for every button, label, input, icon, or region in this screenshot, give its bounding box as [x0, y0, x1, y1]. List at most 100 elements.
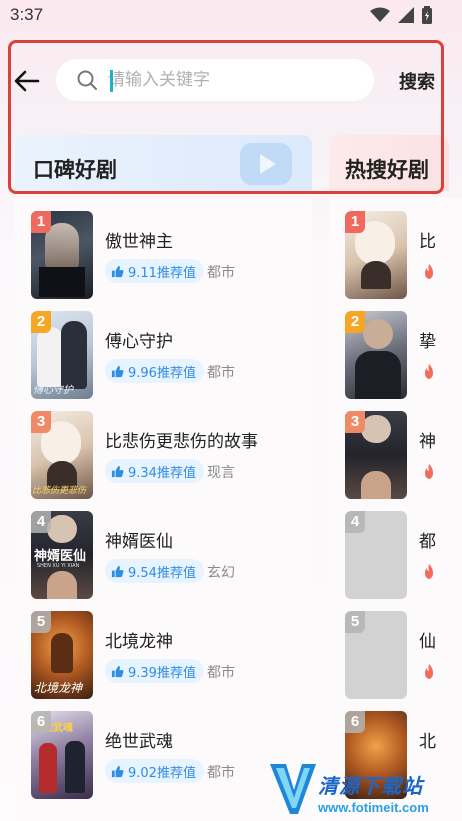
list-item[interactable]: 绝世武魂 6 绝世武魂 9.02推荐值 都市 [31, 711, 301, 799]
genre-label: 玄幻 [207, 565, 235, 581]
poster-image: 3 [345, 411, 407, 499]
drama-title: 傲世神主 [105, 232, 173, 252]
poster-text: 比悲伤更悲伤 [32, 486, 87, 496]
rating-badge: 9.96推荐值 [105, 359, 204, 383]
rating-value: 9.96推荐值 [128, 365, 196, 381]
drama-title: 傅心守护 [105, 332, 173, 352]
tab-koubei[interactable]: 口碑好剧 [15, 135, 312, 191]
watermark-url: www.fotimeit.com [318, 800, 429, 815]
rank-badge: 2 [345, 311, 365, 333]
genre-label: 都市 [207, 265, 235, 281]
rating-badge: 9.02推荐值 [105, 759, 204, 783]
genre-label: 现言 [207, 465, 235, 481]
list-item[interactable]: 1 比 [345, 211, 462, 299]
search-box[interactable] [56, 59, 374, 101]
drama-title: 北境龙神 [105, 632, 173, 652]
wifi-icon [370, 7, 390, 22]
poster-image: 2 [345, 311, 407, 399]
rank-badge: 3 [31, 411, 51, 433]
drama-title: 北 [419, 732, 436, 752]
rank-badge: 3 [345, 411, 365, 433]
drama-title: 挚 [419, 332, 436, 352]
fire-icon [425, 464, 433, 479]
poster-image: 比悲伤更悲伤 3 [31, 411, 93, 499]
poster-placeholder: 4 [345, 511, 407, 599]
status-icons [370, 6, 432, 24]
thumbs-up-icon [111, 565, 124, 577]
rating-badge: 9.39推荐值 [105, 659, 204, 683]
genre-label: 都市 [207, 765, 235, 781]
drama-title: 绝世武魂 [105, 732, 173, 752]
search-icon [77, 70, 97, 90]
tab-resou-label: 热搜好剧 [345, 158, 429, 182]
rank-badge: 6 [31, 711, 51, 733]
poster-image: 北境龙神 5 [31, 611, 93, 699]
rank-badge: 1 [31, 211, 51, 233]
status-bar: 3:37 [0, 0, 462, 32]
poster-text: 神婿医仙 [34, 549, 87, 564]
arrow-left-icon [14, 70, 40, 92]
poster-text: 北境龙神 [34, 681, 83, 695]
poster-image: 1 [345, 211, 407, 299]
list-item[interactable]: 傅心守护 2 傅心守护 9.96推荐值 都市 [31, 311, 301, 399]
genre-label: 都市 [207, 365, 235, 381]
list-item[interactable]: 2 挚 [345, 311, 462, 399]
fire-icon [425, 264, 433, 279]
drama-title: 神婿医仙 [105, 532, 173, 552]
poster-text: 傅心守护 [33, 385, 73, 396]
text-caret [110, 70, 113, 92]
rating-badge: 9.34推荐值 [105, 459, 204, 483]
search-button[interactable]: 搜索 [399, 68, 435, 94]
poster-subtext: SHEN XU YI XIAN [37, 563, 80, 569]
list-item[interactable]: 神婿医仙 SHEN XU YI XIAN 4 神婿医仙 9.54推荐值 玄幻 [31, 511, 301, 599]
poster-image: 绝世武魂 6 [31, 711, 93, 799]
signal-icon [398, 7, 414, 23]
drama-title: 比 [419, 232, 436, 252]
tab-koubei-label: 口碑好剧 [33, 158, 117, 182]
play-decoration-icon [240, 143, 292, 185]
poster-image: 傅心守护 2 [31, 311, 93, 399]
rating-value: 9.39推荐值 [128, 665, 196, 681]
rank-badge: 4 [345, 511, 365, 533]
thumbs-up-icon [111, 765, 124, 777]
fire-icon [425, 564, 433, 579]
rating-badge: 9.54推荐值 [105, 559, 204, 583]
search-input[interactable] [108, 70, 338, 90]
list-item[interactable]: 北境龙神 5 北境龙神 9.39推荐值 都市 [31, 611, 301, 699]
fire-icon [425, 364, 433, 379]
status-time: 3:37 [10, 5, 44, 24]
poster-image: 神婿医仙 SHEN XU YI XIAN 4 [31, 511, 93, 599]
poster-image: 1 [31, 211, 93, 299]
watermark-title: 清源下载站 [318, 774, 423, 798]
list-item[interactable]: 4 都 [345, 511, 462, 599]
back-button[interactable] [12, 66, 42, 96]
rating-value: 9.11推荐值 [128, 265, 196, 281]
drama-title: 都 [419, 532, 436, 552]
rating-value: 9.34推荐值 [128, 465, 196, 481]
poster-placeholder: 5 [345, 611, 407, 699]
rating-value: 9.02推荐值 [128, 765, 196, 781]
list-item[interactable]: 比悲伤更悲伤 3 比悲伤更悲伤的故事 9.34推荐值 现言 [31, 411, 301, 499]
rank-badge: 5 [345, 611, 365, 633]
rank-badge: 6 [345, 711, 365, 733]
rating-badge: 9.11推荐值 [105, 259, 204, 283]
drama-title: 仙 [419, 632, 436, 652]
thumbs-up-icon [111, 265, 124, 277]
rank-badge: 1 [345, 211, 365, 233]
drama-title: 比悲伤更悲伤的故事 [105, 432, 258, 452]
list-item[interactable]: 1 傲世神主 9.11推荐值 都市 [31, 211, 301, 299]
koubei-list: 1 傲世神主 9.11推荐值 都市 傅心守护 2 傅心守护 9.96推荐值 都市… [15, 198, 312, 821]
battery-icon [422, 6, 432, 24]
thumbs-up-icon [111, 365, 124, 377]
rank-badge: 5 [31, 611, 51, 633]
watermark-logo [270, 764, 316, 814]
list-item[interactable]: 3 神 [345, 411, 462, 499]
list-item[interactable]: 5 仙 [345, 611, 462, 699]
thumbs-up-icon [111, 465, 124, 477]
tab-resou[interactable]: 热搜好剧 [329, 135, 449, 191]
fire-icon [425, 664, 433, 679]
rank-badge: 4 [31, 511, 51, 533]
resou-list: 1 比 2 挚 3 神 4 都 5 仙 6 北 [329, 198, 462, 821]
rank-badge: 2 [31, 311, 51, 333]
thumbs-up-icon [111, 665, 124, 677]
